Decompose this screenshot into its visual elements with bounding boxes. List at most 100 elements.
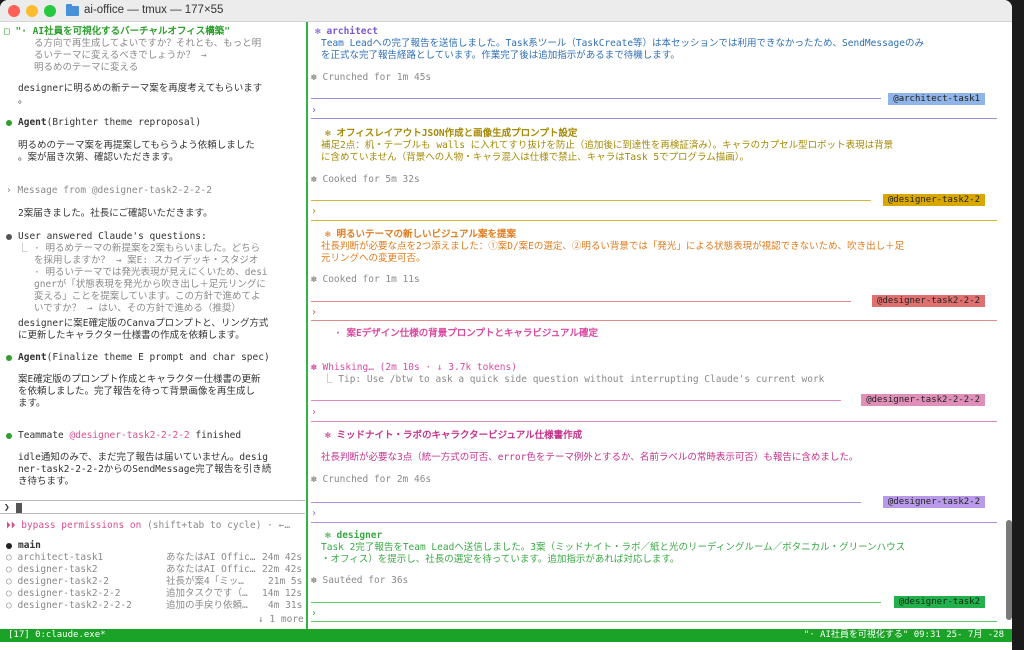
- message-line: designerに明るめの新テーマ案を再度考えてもらいます: [18, 83, 263, 94]
- message-line: 。: [18, 95, 28, 106]
- timing-line: ✽ Cooked for 1m 11s: [311, 274, 420, 285]
- star-icon: ✻: [325, 128, 331, 139]
- tmux-session-name[interactable]: [17] 0:claude.exe*: [8, 629, 106, 642]
- bullet-icon: ✽: [311, 274, 317, 285]
- divider-designer: [311, 602, 881, 603]
- divider-bright: [311, 301, 851, 302]
- report-line: を正式な完了報告経路としています。作業完了後は追加指示があるまで待機します。: [321, 50, 680, 61]
- message-line: 明るめのテーマ案を再提案してもらうよう依頼しました: [18, 140, 255, 151]
- timing-line: ✽ Crunched for 2m 46s: [311, 474, 432, 485]
- task-title: "· AI社員を可視化するバーチャルオフィス構築": [15, 26, 231, 37]
- task-list-item[interactable]: ○ architect-task1 あなたはAI Offic… 24m 42s: [6, 552, 305, 564]
- message-line: 案E確定版のプロンプト作成とキャラクター仕様書の更新: [18, 374, 261, 385]
- status-dot-icon: [6, 233, 12, 240]
- close-window-button[interactable]: [8, 5, 20, 17]
- timing-line: ✽ Cooked for 5m 32s: [311, 174, 420, 185]
- task-list-item[interactable]: ○ designer-task2-2-2-2 追加の手戻り依頼… 4m 31s: [6, 600, 305, 612]
- star-icon: ✻: [325, 229, 331, 240]
- task-list-item[interactable]: ○ designer-task2-2 社長が案4「ミッ… 21m 5s: [6, 576, 305, 588]
- message-line: idle通知のみで、まだ完了報告は届いていません。desig: [18, 452, 269, 463]
- task-list-item[interactable]: ○ designer-task2 あなたはAI Offic… 22m 42s: [6, 564, 305, 576]
- task-list-item[interactable]: ○ designer-task2-2-2 追加タスクです（… 14m 12s: [6, 588, 305, 600]
- agent-entry: Agent(Brighter theme reproposal): [6, 117, 201, 129]
- agent-tag-designer-task2[interactable]: @designer-task2: [893, 596, 985, 608]
- pane-prompt-icon: ›: [311, 407, 318, 418]
- title-bar: ai-office — tmux — 177×55: [0, 0, 1012, 22]
- tree-corner-icon: ⎿: [18, 243, 28, 254]
- divider-midnight-bottom: [311, 522, 997, 523]
- scrollbar[interactable]: [1006, 520, 1012, 620]
- tree-corner-icon: ⎿: [323, 374, 333, 385]
- radio-circle-icon: ○: [6, 588, 12, 599]
- report-line: 社長判断が必要な点を2つ添えました：①案D/案Eの選定、②明るい背景では「発光」…: [321, 241, 905, 252]
- agent-tag-designer-task2-2-2[interactable]: @designer-task2-2-2: [872, 295, 985, 307]
- pane-prompt-icon: ›: [311, 307, 318, 318]
- agent-tag-designer-task2-2-b[interactable]: @designer-task2-2: [882, 496, 985, 508]
- question-line: るいテーマに変えるべきでしょうか？ →: [34, 50, 207, 61]
- divider-caseE: [311, 400, 841, 401]
- divider-office-bottom: [311, 220, 997, 221]
- minimize-window-button[interactable]: [26, 5, 38, 17]
- status-dot-icon: [6, 119, 12, 126]
- bullet-icon: ✽: [311, 474, 317, 485]
- answer-line: · 明るめテーマの新提案を2案もらいました。どちら: [34, 243, 261, 254]
- left-pane[interactable]: □ "· AI社員を可視化するバーチャルオフィス構築" る方向で再生成してよいで…: [0, 22, 305, 629]
- prompt-chevron-icon: ❯: [4, 502, 10, 513]
- agent-entry: Agent(Finalize theme E prompt and char s…: [6, 352, 270, 364]
- tmux-status-right: "· AI社員を可視化する" 09:31 25- 7月 -28: [803, 630, 1004, 640]
- status-dot-icon: [6, 354, 12, 361]
- user-answered: User answered Claude's questions:: [6, 231, 207, 243]
- report-line: 補足2点：机・テーブルも walls に入れてすり抜けを防止（追加後に到達性を再…: [321, 140, 894, 151]
- dot-icon: ·: [335, 328, 341, 339]
- section-header-bright: ✻ 明るいテーマの新しいビジュアル案を提案: [325, 229, 517, 240]
- section-header-midnight: ✻ ミッドナイト・ラボのキャラクタービジュアル仕様書作成: [325, 430, 583, 441]
- bullet-icon: ✽: [311, 575, 317, 586]
- divider-bright-bottom: [311, 320, 997, 321]
- divider-architect-bottom: [311, 118, 997, 119]
- star-icon: ✻: [325, 430, 331, 441]
- message-line: designerに案E確定版のCanvaプロンプトと、リング方式: [18, 318, 269, 329]
- message-from: › Message from @designer-task2-2-2-2: [6, 185, 212, 196]
- task-list-main[interactable]: main: [6, 540, 41, 552]
- section-header-caseE: · 案Eデザイン仕様の背景プロンプトとキャラビジュアル確定: [335, 328, 598, 339]
- message-line: ner-task2-2-2-2からのSendMessage完了報告を引き続: [18, 464, 272, 475]
- answer-line: gnerが「状態表現を発光から吹き出し＋足元リングに: [34, 279, 266, 290]
- pane-divider[interactable]: [306, 22, 308, 629]
- pane-prompt-icon: ›: [311, 608, 318, 619]
- zoom-window-button[interactable]: [44, 5, 56, 17]
- answer-line: を採用しますか？ → 案E: スカイデッキ・スタジオ: [34, 255, 259, 266]
- message-line: 2案届きました。社長にご確認いただきます。: [18, 208, 213, 219]
- answer-line: · 明るいテーマでは発光表現が見えにくいため、desi: [34, 267, 268, 278]
- message-line: を依頼しました。完了報告を待って背景画像を再生成し: [18, 386, 256, 397]
- radio-circle-icon: ○: [6, 576, 12, 587]
- pane-prompt-icon: ›: [311, 206, 318, 217]
- answer-line: いですか？ → はい、その方針で進める（推奨）: [34, 303, 241, 314]
- report-line: ・オフィス）を提示し、社長の選定を待っています。追加指示があれば対応します。: [321, 554, 680, 565]
- tmux-status-bar: [17] 0:claude.exe* "· AI社員を可視化する" 09:31 …: [0, 629, 1012, 642]
- section-header-office: ✻ オフィスレイアウトJSON作成と画像生成プロンプト設定: [325, 128, 578, 139]
- star-icon: ✻: [315, 26, 321, 37]
- agent-tag-architect-task1[interactable]: @architect-task1: [888, 93, 985, 105]
- message-line: に更新したキャラクター仕様書の作成を依頼します。: [18, 330, 245, 341]
- report-line: Task 2完了報告をTeam Leadへ送信しました。3案（ミッドナイト・ラボ…: [321, 542, 906, 553]
- question-line: る方向で再生成してよいですか？それとも、もっと明: [34, 38, 262, 49]
- bullet-icon: ✽: [311, 72, 317, 83]
- agent-tag-designer-task2-2[interactable]: @designer-task2-2: [882, 194, 985, 206]
- bullet-icon: ✽: [311, 174, 317, 185]
- status-dot-icon: [6, 432, 12, 439]
- timing-line: ✽ Sautéed for 36s: [311, 575, 409, 586]
- divider-caseE-bottom: [311, 421, 997, 422]
- divider-designer-bottom: [311, 621, 997, 622]
- right-pane[interactable]: ✻ architect Team Leadへの完了報告を送信しました。Task系…: [311, 22, 997, 629]
- pane-prompt-icon: ›: [311, 105, 318, 116]
- section-header-designer: ✻ designer: [325, 530, 383, 541]
- answer-line: 変える」ことを提案しています。この方針で進めてよ: [34, 291, 261, 302]
- more-tasks-link[interactable]: ↓ 1 more: [258, 614, 304, 626]
- bypass-status[interactable]: ⏵⏵ bypass permissions on (shift+tab to c…: [6, 520, 290, 532]
- prompt-input[interactable]: ❯: [0, 500, 305, 514]
- report-line: Team Leadへの完了報告を送信しました。Task系ツール（TaskCrea…: [321, 38, 924, 49]
- section-header-architect: ✻ architect: [315, 26, 378, 37]
- agent-tag-designer-task2-2-2-2[interactable]: @designer-task2-2-2-2: [861, 394, 985, 406]
- task-marker-icon: □: [4, 26, 10, 37]
- teammate-entry: Teammate @designer-task2-2-2-2 finished: [6, 430, 241, 442]
